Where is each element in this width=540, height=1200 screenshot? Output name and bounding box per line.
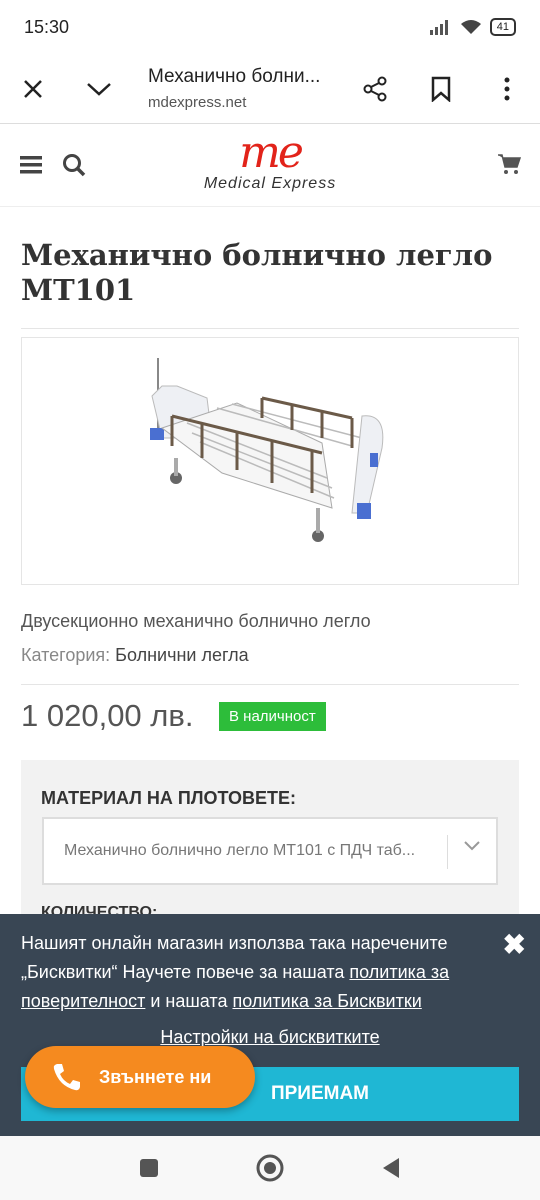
logo-mark: me: [239, 127, 304, 178]
cookie-text-part: и нашата: [145, 991, 233, 1011]
chevron-down-icon: [87, 82, 111, 96]
material-select[interactable]: Механично болнично легло МТ101 с ПДЧ таб…: [42, 817, 498, 885]
browser-toolbar: Механично болни... mdexpress.net: [0, 54, 540, 124]
search-icon[interactable]: [62, 153, 86, 177]
logo-subtitle: Medical Express: [203, 175, 337, 192]
product-title: Механично болнично легло МТ101: [21, 238, 493, 307]
chevron-down-icon: [464, 841, 480, 851]
product-image[interactable]: [21, 337, 519, 585]
cookie-policy-link[interactable]: политика за Бисквитки: [232, 991, 421, 1011]
category-link[interactable]: Болнични легла: [115, 645, 249, 665]
product-category: Категория: Болнични легла: [21, 645, 249, 666]
material-label: МАТЕРИАЛ НА ПЛОТОВЕТЕ:: [41, 788, 297, 808]
close-icon[interactable]: ✖: [503, 928, 526, 961]
site-logo[interactable]: me Medical Express: [195, 131, 345, 201]
call-us-button[interactable]: Звъннете ни: [25, 1046, 255, 1108]
cookie-text: Нашият онлайн магазин използва така наре…: [21, 929, 501, 1016]
page-url: mdexpress.net: [148, 94, 247, 111]
more-menu-button[interactable]: [474, 54, 540, 124]
close-tab-button[interactable]: [0, 54, 66, 124]
material-select-value: Механично болнично легло МТ101 с ПДЧ таб…: [64, 842, 416, 859]
site-header: me Medical Express: [0, 125, 540, 207]
stock-badge: В наличност: [219, 702, 326, 731]
wifi-icon: [460, 20, 481, 34]
hospital-bed-image: [150, 358, 384, 542]
product-description: Двусекционно механично болнично легло: [21, 611, 371, 631]
phone-icon: [53, 1064, 80, 1091]
recents-icon[interactable]: [139, 1158, 159, 1178]
call-us-label: Звъннете ни: [99, 1066, 212, 1087]
more-vert-icon: [504, 77, 510, 100]
product-options: МАТЕРИАЛ НА ПЛОТОВЕТЕ: Механично болничн…: [21, 760, 519, 921]
status-time: 15:30: [24, 16, 70, 37]
signal-icon: [429, 20, 448, 35]
select-divider: [447, 835, 448, 869]
divider: [21, 328, 519, 329]
collapse-button[interactable]: [66, 54, 132, 124]
cart-icon[interactable]: [497, 153, 521, 175]
status-icons: 41: [429, 18, 516, 36]
system-nav-bar: [0, 1136, 540, 1200]
close-icon: [24, 79, 42, 98]
battery-icon: 41: [489, 18, 516, 36]
bookmark-icon: [431, 76, 451, 102]
divider: [21, 684, 519, 685]
menu-icon[interactable]: [20, 155, 42, 175]
back-icon[interactable]: [381, 1157, 401, 1179]
share-icon: [363, 76, 387, 101]
product-price: 1 020,00 лв.: [21, 698, 194, 733]
bookmark-button[interactable]: [408, 54, 474, 124]
browser-title-area[interactable]: Механично болни... mdexpress.net: [132, 66, 342, 111]
page-title-text: Механично болни...: [148, 66, 321, 87]
share-button[interactable]: [342, 54, 408, 124]
status-bar: 15:30 41: [0, 0, 540, 54]
home-icon[interactable]: [256, 1154, 284, 1182]
category-label: Категория:: [21, 645, 111, 665]
cookie-settings-link[interactable]: Настройки на бисквитките: [0, 1027, 540, 1048]
